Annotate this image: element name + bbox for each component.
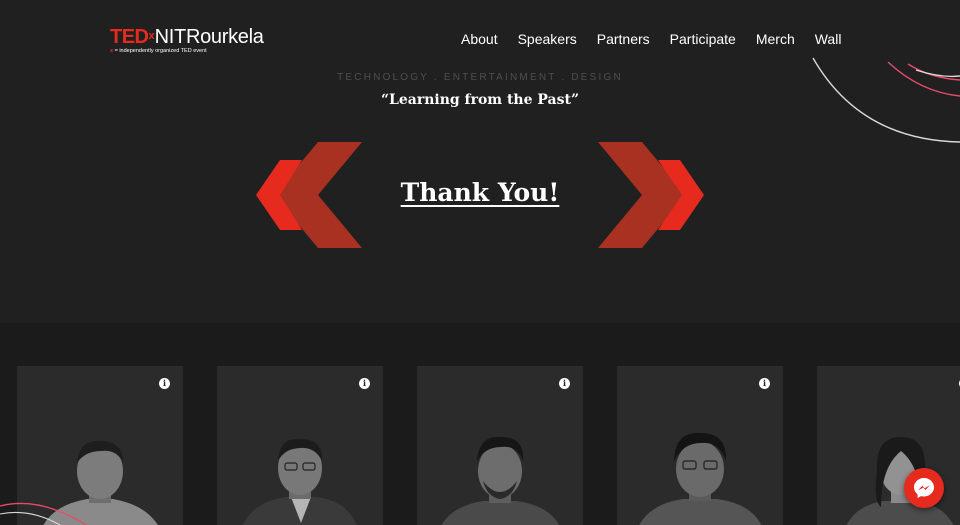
page: TEDxNITRourkela x = independently organi… <box>0 0 960 525</box>
info-icon[interactable]: i <box>559 378 570 389</box>
nav-speakers[interactable]: Speakers <box>518 30 577 48</box>
nav-participate[interactable]: Participate <box>670 30 736 48</box>
main-nav: About Speakers Partners Participate Merc… <box>461 30 841 48</box>
info-icon[interactable]: i <box>359 378 370 389</box>
chevron-right-icon <box>598 142 704 248</box>
logo-x: x <box>148 30 155 42</box>
speaker-card[interactable]: i <box>417 366 583 525</box>
info-icon[interactable]: i <box>759 378 770 389</box>
logo-event-name: NITRourkela <box>154 26 264 48</box>
nav-about[interactable]: About <box>461 30 498 48</box>
speaker-photo <box>846 437 954 525</box>
speaker-photo <box>639 432 762 525</box>
nav-merch[interactable]: Merch <box>756 30 795 48</box>
tagline: TECHNOLOGY . ENTERTAINMENT . DESIGN <box>337 72 623 83</box>
speaker-photo <box>441 436 560 525</box>
nav-partners[interactable]: Partners <box>597 30 650 48</box>
logo-sub-text: = independently organized TED event <box>113 48 207 54</box>
logo-subtitle: x = independently organized TED event <box>110 48 264 54</box>
info-icon[interactable]: i <box>159 378 170 389</box>
event-theme: “Learning from the Past” <box>380 92 580 108</box>
messenger-chat-button[interactable] <box>904 468 944 508</box>
messenger-icon <box>914 478 934 498</box>
speaker-card[interactable]: i <box>217 366 383 525</box>
speaker-photo <box>242 438 357 525</box>
speaker-card[interactable]: i <box>617 366 783 525</box>
logo-wordmark: TEDxNITRourkela <box>110 27 264 47</box>
logo-ted: TED <box>110 26 149 48</box>
decorative-bottom-arc <box>0 502 87 525</box>
thank-you-heading[interactable]: Thank You! <box>0 178 960 207</box>
site-logo[interactable]: TEDxNITRourkela x = independently organi… <box>110 27 264 57</box>
